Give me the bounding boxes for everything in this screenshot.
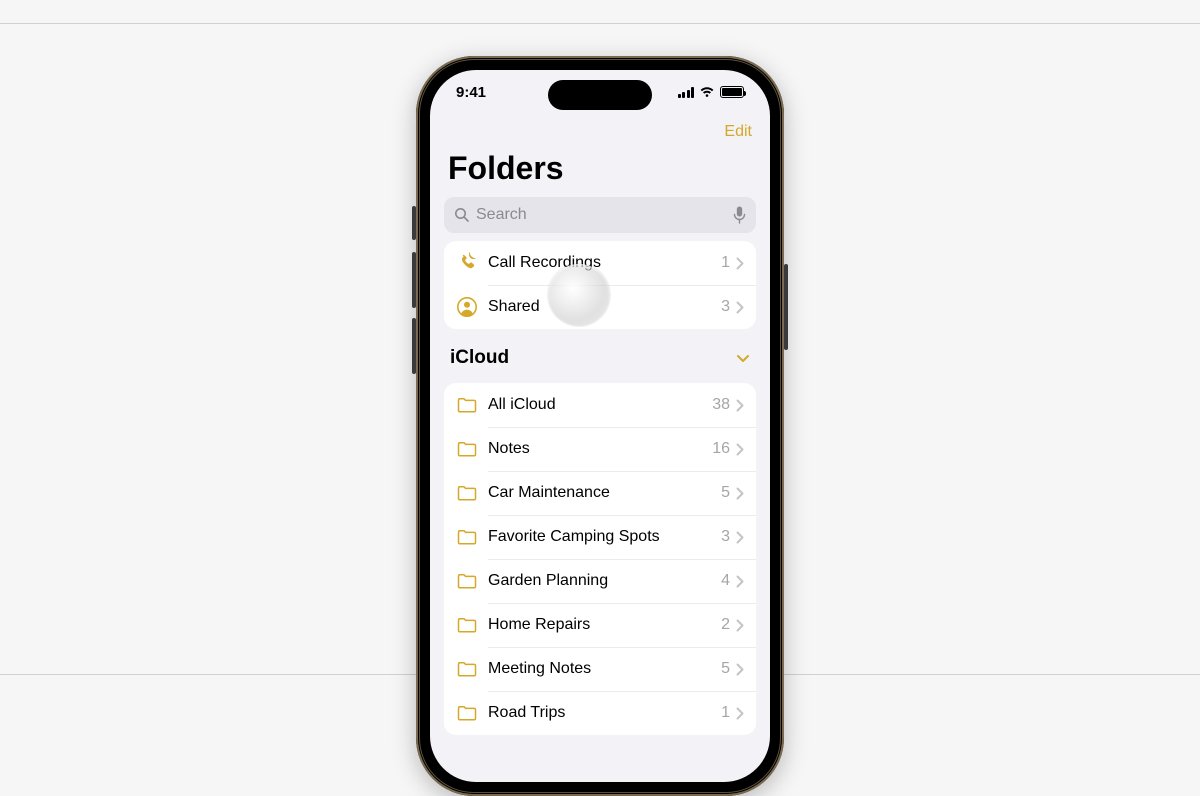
chevron-right-icon	[736, 257, 744, 270]
mic-icon[interactable]	[733, 206, 746, 224]
folder-label: Car Maintenance	[488, 484, 721, 502]
page-divider-top	[0, 23, 1200, 24]
search-placeholder: Search	[476, 206, 527, 224]
folder-count: 3	[721, 298, 730, 316]
folder-car-maintenance[interactable]: Car Maintenance 5	[444, 471, 756, 515]
folder-all-icloud[interactable]: All iCloud 38	[444, 383, 756, 427]
folder-label: Favorite Camping Spots	[488, 528, 721, 546]
search-icon	[454, 207, 470, 223]
folder-icon	[456, 394, 478, 416]
folder-favorite-camping-spots[interactable]: Favorite Camping Spots 3	[444, 515, 756, 559]
folder-home-repairs[interactable]: Home Repairs 2	[444, 603, 756, 647]
folder-icon	[456, 702, 478, 724]
folder-count: 16	[712, 440, 730, 458]
folder-label: Home Repairs	[488, 616, 721, 634]
phone-icon	[456, 252, 478, 274]
chevron-right-icon	[736, 487, 744, 500]
volume-up-button	[412, 252, 416, 308]
chevron-down-icon	[736, 354, 750, 363]
folder-label: Call Recordings	[488, 254, 721, 272]
iphone-frame: 9:41 Edit Folders Search Call Recordings…	[416, 56, 784, 796]
chevron-right-icon	[736, 575, 744, 588]
page-title: Folders	[430, 150, 770, 193]
folder-icon	[456, 526, 478, 548]
search-field[interactable]: Search	[444, 197, 756, 233]
folder-label: Garden Planning	[488, 572, 721, 590]
icloud-section-header[interactable]: iCloud	[430, 329, 770, 375]
folder-count: 1	[721, 254, 730, 272]
power-button	[784, 264, 788, 350]
chevron-right-icon	[736, 443, 744, 456]
folder-shared[interactable]: Shared 3	[444, 285, 756, 329]
folder-road-trips[interactable]: Road Trips 1	[444, 691, 756, 735]
folder-garden-planning[interactable]: Garden Planning 4	[444, 559, 756, 603]
person-circle-icon	[456, 296, 478, 318]
folder-count: 4	[721, 572, 730, 590]
nav-bar: Edit	[430, 114, 770, 150]
chevron-right-icon	[736, 531, 744, 544]
folder-label: Meeting Notes	[488, 660, 721, 678]
top-folder-group: Call Recordings 1 Shared 3	[444, 241, 756, 329]
icloud-folder-group: All iCloud 38 Notes 16 Car Maintenance 5…	[444, 383, 756, 735]
battery-icon	[720, 86, 744, 98]
folder-icon	[456, 570, 478, 592]
folder-label: Road Trips	[488, 704, 721, 722]
folder-count: 2	[721, 616, 730, 634]
folder-label: All iCloud	[488, 396, 712, 414]
chevron-right-icon	[736, 707, 744, 720]
folder-label: Shared	[488, 298, 721, 316]
folder-notes[interactable]: Notes 16	[444, 427, 756, 471]
folder-label: Notes	[488, 440, 712, 458]
status-right	[678, 86, 745, 98]
cellular-icon	[678, 87, 695, 98]
chevron-right-icon	[736, 301, 744, 314]
folder-icon	[456, 658, 478, 680]
screen: 9:41 Edit Folders Search Call Recordings…	[430, 70, 770, 782]
chevron-right-icon	[736, 399, 744, 412]
folder-count: 5	[721, 660, 730, 678]
folder-icon	[456, 438, 478, 460]
status-time: 9:41	[456, 84, 486, 101]
section-title: iCloud	[450, 347, 509, 369]
folder-call-recordings[interactable]: Call Recordings 1	[444, 241, 756, 285]
chevron-right-icon	[736, 619, 744, 632]
folder-count: 38	[712, 396, 730, 414]
wifi-icon	[699, 86, 715, 98]
folder-icon	[456, 482, 478, 504]
chevron-right-icon	[736, 663, 744, 676]
dynamic-island	[548, 80, 652, 110]
folder-count: 1	[721, 704, 730, 722]
edit-button[interactable]: Edit	[724, 123, 752, 141]
folder-count: 3	[721, 528, 730, 546]
action-button	[412, 206, 416, 240]
folder-count: 5	[721, 484, 730, 502]
folder-meeting-notes[interactable]: Meeting Notes 5	[444, 647, 756, 691]
volume-down-button	[412, 318, 416, 374]
folder-icon	[456, 614, 478, 636]
